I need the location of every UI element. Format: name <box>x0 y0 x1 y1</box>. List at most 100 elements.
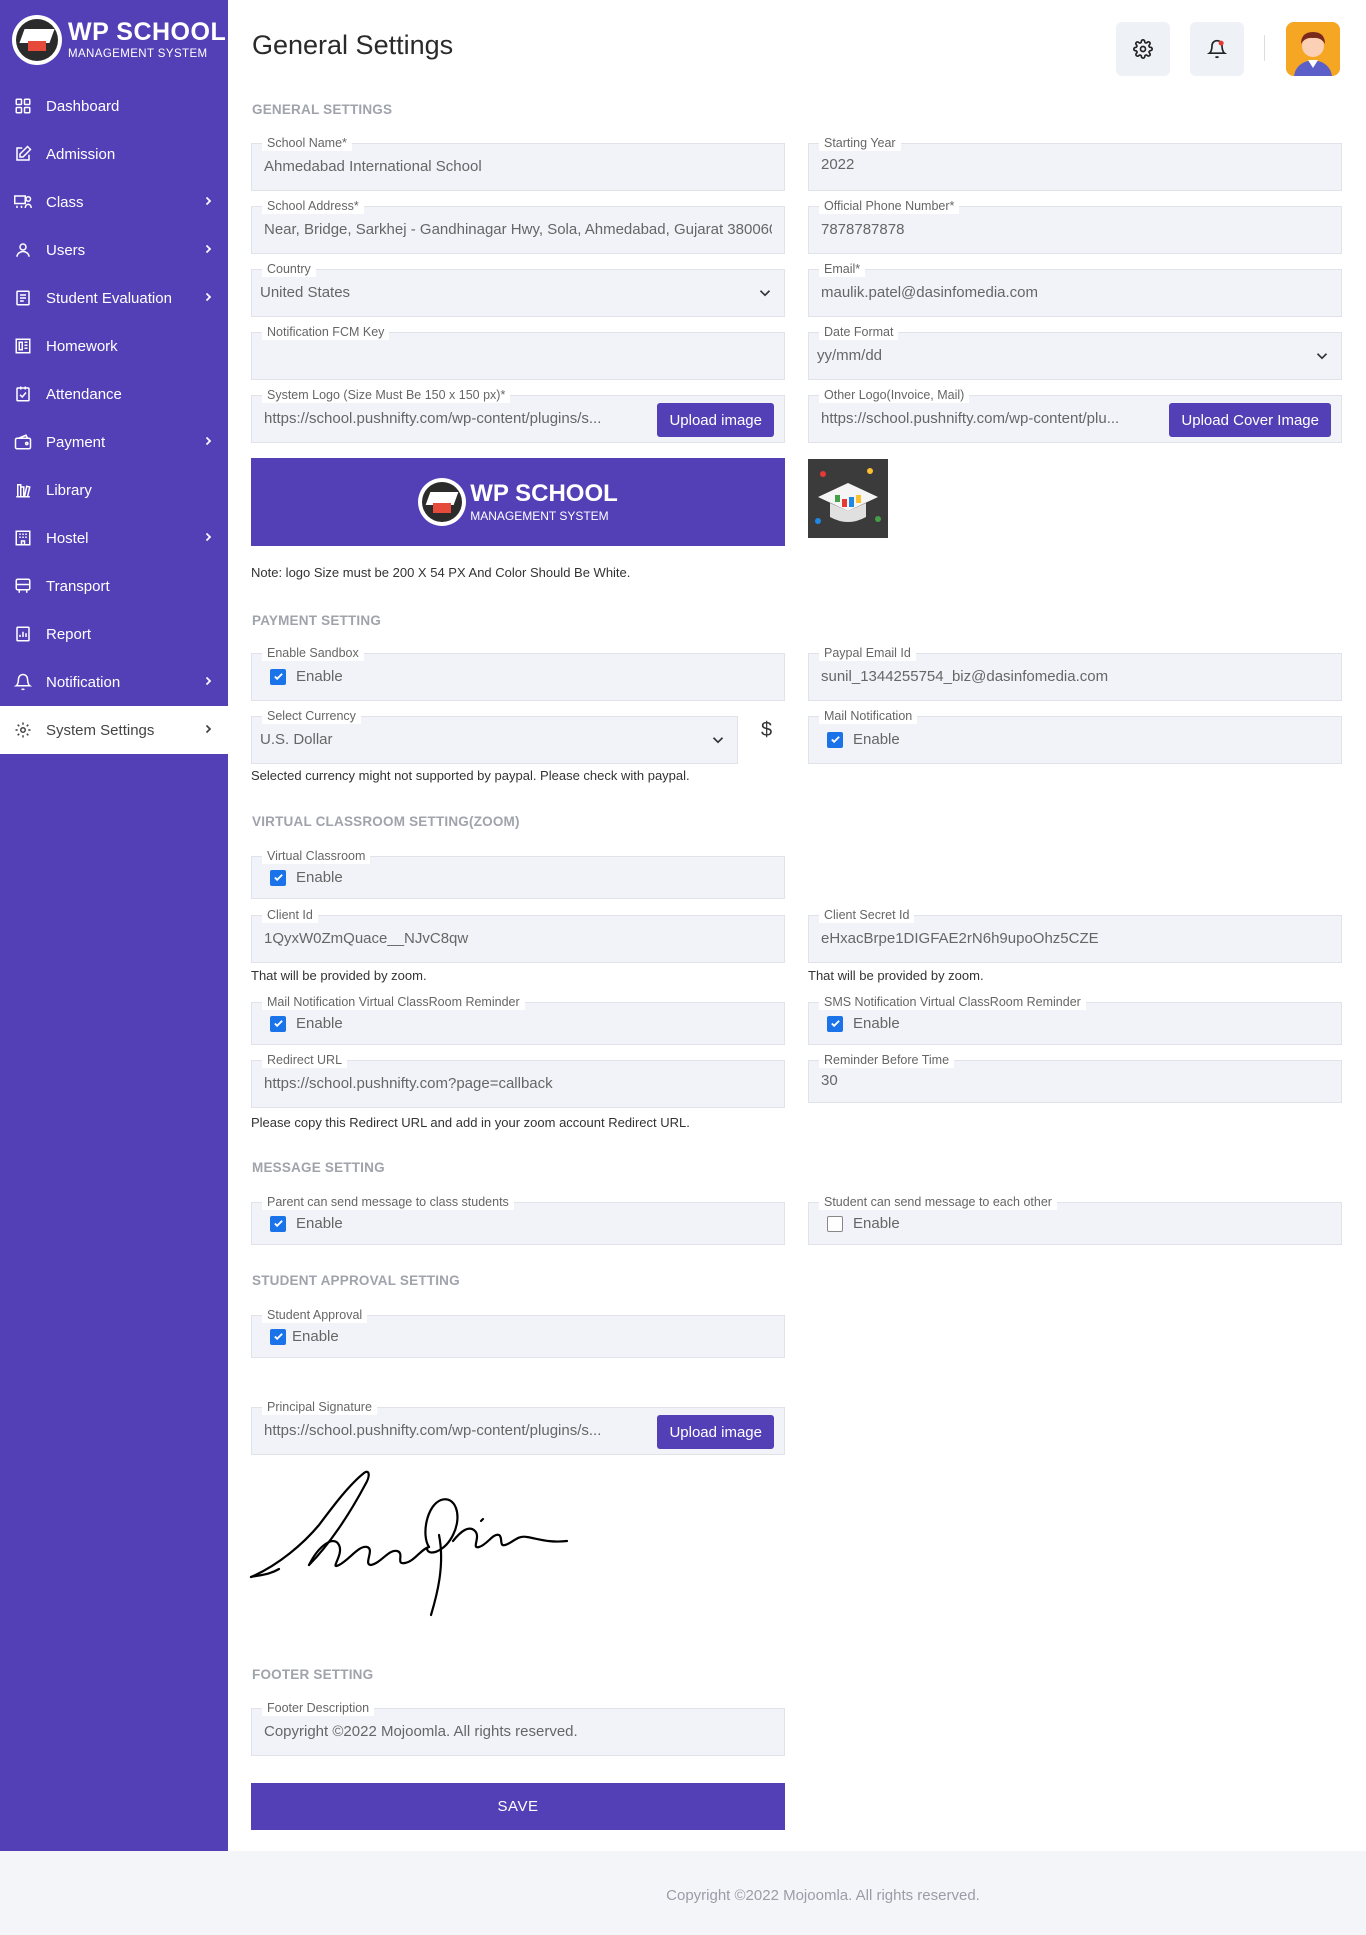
upload-signature-button[interactable]: Upload image <box>657 1415 774 1449</box>
parent-message-label: Parent can send message to class student… <box>262 1194 514 1210</box>
sidebar-item-transport[interactable]: Transport <box>0 562 228 610</box>
other-logo-value: https://school.pushnifty.com/wp-content/… <box>821 410 1120 427</box>
sidebar-item-label: Users <box>46 241 86 259</box>
brand-subtitle: MANAGEMENT SYSTEM <box>68 47 208 60</box>
starting-year-field[interactable]: Starting Year 2022 <box>808 135 1342 191</box>
school-name-field[interactable]: School Name* Ahmedabad International Sch… <box>251 135 785 191</box>
sidebar-item-payment[interactable]: Payment <box>0 418 228 466</box>
starting-year-value: 2022 <box>821 156 855 173</box>
fcm-key-field[interactable]: Notification FCM Key <box>251 324 785 380</box>
client-id-label: Client Id <box>262 907 318 923</box>
chevron-right-icon <box>202 242 214 259</box>
student-message-label: Student can send message to each other <box>819 1194 1057 1210</box>
sidebar-item-library[interactable]: Library <box>0 466 228 514</box>
sidebar-item-notification[interactable]: Notification <box>0 658 228 706</box>
sidebar-item-dashboard[interactable]: Dashboard <box>0 82 228 130</box>
currency-select[interactable]: Select Currency U.S. Dollar <box>251 708 738 764</box>
sidebar-item-student-evaluation[interactable]: Student Evaluation <box>0 274 228 322</box>
school-logo-icon <box>12 15 62 65</box>
principal-signature-field[interactable]: Principal Signature https://school.pushn… <box>251 1399 785 1455</box>
phone-value: 7878787878 <box>821 221 905 238</box>
principal-signature-value: https://school.pushnifty.com/wp-content/… <box>264 1422 602 1439</box>
sidebar-item-homework[interactable]: Homework <box>0 322 228 370</box>
sidebar-item-label: Hostel <box>46 529 89 547</box>
student-approval-label: Student Approval <box>262 1307 368 1323</box>
student-message-field: Student can send message to each other E… <box>808 1194 1342 1245</box>
mail-notification-checkbox[interactable]: Enable <box>827 731 900 748</box>
section-message-setting: MESSAGE SETTING <box>252 1160 385 1175</box>
redirect-url-field[interactable]: Redirect URL https://school.pushnifty.co… <box>251 1052 785 1108</box>
redirect-url-value: https://school.pushnifty.com?page=callba… <box>264 1075 553 1092</box>
sidebar-item-users[interactable]: Users <box>0 226 228 274</box>
sms-reminder-option: Enable <box>853 1015 900 1032</box>
logo-preview-subtitle: MANAGEMENT SYSTEM <box>470 509 609 523</box>
sms-reminder-field: SMS Notification Virtual ClassRoom Remin… <box>808 994 1342 1045</box>
chevron-right-icon <box>202 530 214 547</box>
parent-message-checkbox[interactable]: Enable <box>270 1215 343 1232</box>
logo-note: Note: logo Size must be 200 X 54 PX And … <box>251 565 631 580</box>
reminder-time-field[interactable]: Reminder Before Time 30 <box>808 1052 1342 1103</box>
sidebar-item-label: Homework <box>46 337 118 355</box>
top-bar: General Settings <box>228 0 1366 92</box>
bell-icon <box>1207 39 1227 59</box>
sidebar-item-system-settings[interactable]: System Settings <box>0 706 228 754</box>
phone-label: Official Phone Number* <box>819 198 960 214</box>
principal-signature-label: Principal Signature <box>262 1399 377 1415</box>
chevron-right-icon <box>202 674 214 691</box>
chevron-right-icon <box>202 434 214 451</box>
brand[interactable]: WP SCHOOL MANAGEMENT SYSTEM <box>0 0 228 80</box>
enable-sandbox-field: Enable Sandbox Enable <box>251 645 785 701</box>
save-button[interactable]: SAVE <box>251 1783 785 1830</box>
student-approval-checkbox[interactable]: Enable <box>270 1328 339 1345</box>
avatar[interactable] <box>1286 22 1340 76</box>
other-logo-field[interactable]: Other Logo(Invoice, Mail) https://school… <box>808 387 1342 443</box>
date-format-select[interactable]: Date Format yy/mm/dd <box>808 324 1342 380</box>
admission-icon <box>12 143 34 165</box>
mail-reminder-field: Mail Notification Virtual ClassRoom Remi… <box>251 994 785 1045</box>
student-message-checkbox[interactable]: Enable <box>827 1215 900 1232</box>
settings-button[interactable] <box>1116 22 1170 76</box>
sidebar-item-admission[interactable]: Admission <box>0 130 228 178</box>
system-logo-field[interactable]: System Logo (Size Must Be 150 x 150 px)*… <box>251 387 785 443</box>
student-message-option: Enable <box>853 1215 900 1232</box>
school-address-field[interactable]: School Address* Near, Bridge, Sarkhej - … <box>251 198 785 254</box>
sidebar-item-attendance[interactable]: Attendance <box>0 370 228 418</box>
paypal-email-label: Paypal Email Id <box>819 645 916 661</box>
school-logo-icon <box>418 478 467 526</box>
email-field[interactable]: Email* maulik.patel@dasinfomedia.com <box>808 261 1342 317</box>
report-icon <box>12 623 34 645</box>
client-id-field[interactable]: Client Id 1QyxW0ZmQuace__NJvC8qw <box>251 907 785 963</box>
upload-logo-button[interactable]: Upload image <box>657 403 774 437</box>
checkbox-checked-icon <box>827 1015 843 1032</box>
paypal-email-field[interactable]: Paypal Email Id sunil_1344255754_biz@das… <box>808 645 1342 701</box>
sms-reminder-checkbox[interactable]: Enable <box>827 1015 900 1032</box>
sidebar-item-class[interactable]: Class <box>0 178 228 226</box>
footer-description-field[interactable]: Footer Description Copyright ©2022 Mojoo… <box>251 1700 785 1756</box>
sidebar-item-label: Report <box>46 625 92 643</box>
phone-field[interactable]: Official Phone Number* 7878787878 <box>808 198 1342 254</box>
mail-reminder-checkbox[interactable]: Enable <box>270 1015 343 1032</box>
footer-description-label: Footer Description <box>262 1700 375 1716</box>
school-address-label: School Address* <box>262 198 364 214</box>
chevron-down-icon <box>1316 353 1328 360</box>
sidebar-item-label: Library <box>46 481 92 499</box>
section-student-approval: STUDENT APPROVAL SETTING <box>252 1273 460 1288</box>
sidebar-item-report[interactable]: Report <box>0 610 228 658</box>
dashboard-icon <box>12 95 34 117</box>
gear-icon <box>12 719 34 741</box>
upload-cover-image-button[interactable]: Upload Cover Image <box>1169 403 1331 437</box>
client-secret-label: Client Secret Id <box>819 907 915 923</box>
sidebar: WP SCHOOL MANAGEMENT SYSTEM Dashboard Adm… <box>0 0 228 1851</box>
notification-button[interactable] <box>1190 22 1244 76</box>
client-secret-field[interactable]: Client Secret Id eHxacBrpe1DIGFAE2rN6h9u… <box>808 907 1342 963</box>
virtual-classroom-checkbox[interactable]: Enable <box>270 869 343 886</box>
virtual-classroom-option: Enable <box>296 869 343 886</box>
section-payment-setting: PAYMENT SETTING <box>252 613 382 628</box>
checkbox-checked-icon <box>270 1328 286 1345</box>
sidebar-item-label: Attendance <box>46 385 122 403</box>
parent-message-field: Parent can send message to class student… <box>251 1194 785 1245</box>
enable-sandbox-checkbox[interactable]: Enable <box>270 668 343 685</box>
sidebar-item-hostel[interactable]: Hostel <box>0 514 228 562</box>
mail-notification-field: Mail Notification Enable <box>808 708 1342 764</box>
country-select[interactable]: Country United States <box>251 261 785 317</box>
